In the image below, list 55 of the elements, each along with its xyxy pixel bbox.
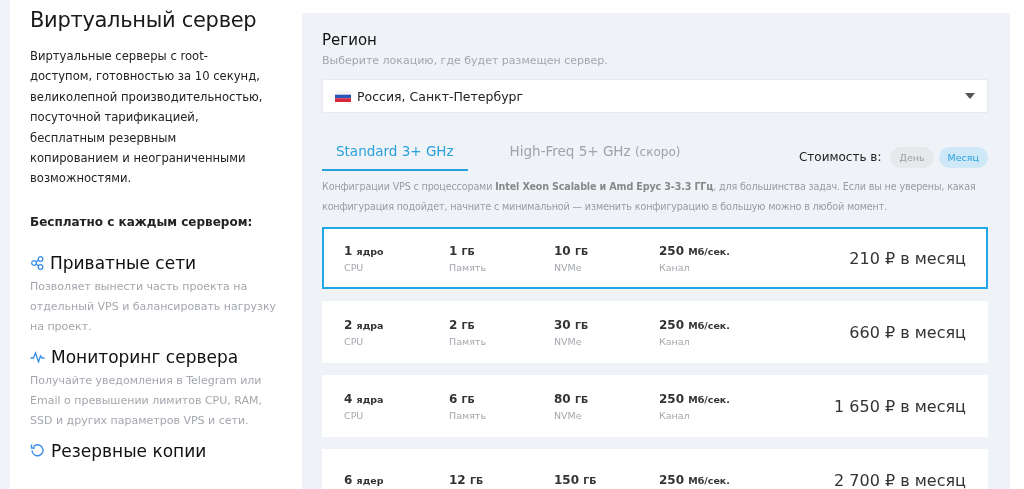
spec-value: 80 ГБ	[554, 391, 590, 406]
select-value: Россия, Санкт-Петербург	[357, 88, 525, 104]
plan-price: 1 650 ₽ в месяц	[833, 396, 966, 416]
region-select[interactable]: Россия, Санкт-Петербург	[322, 79, 988, 113]
spec-value: 6 ядер	[344, 473, 385, 487]
plan-card[interactable]: 2 ядра CPU 2 ГБ Память 30 ГБ NVMe 250 Мб/сек. Канал 660 ₽ в месяц	[322, 301, 988, 363]
spec-value: 4 ядра	[344, 391, 385, 406]
spec-label: CPU	[344, 261, 365, 273]
pulse-icon	[30, 350, 45, 363]
plan-card[interactable]: 6 ядер 12 ГБ 150 ГБ 250 Мб/сек. 2 700 ₽ в месяц	[322, 449, 988, 489]
spec-value: 6 ГБ	[449, 391, 476, 406]
spec-label: Канал	[659, 409, 691, 421]
plan-price: 2 700 ₽ в месяц	[833, 470, 966, 489]
spec-label: Память	[449, 409, 487, 421]
page-title: Виртуальный сервер	[30, 8, 258, 32]
section-heading: Бесплатно с каждым сервером:	[30, 214, 254, 229]
flag-icon	[335, 90, 351, 102]
section-title: Регион	[322, 31, 378, 49]
spec-value: 2 ядра	[344, 317, 385, 332]
feature-title: Мониторинг сервера	[51, 346, 239, 367]
spec-value: 12 ГБ	[449, 473, 485, 487]
spec-value: 250 Мб/сек.	[659, 473, 731, 487]
spec-value: 250 Мб/сек.	[659, 243, 731, 258]
spec-value: 1 ГБ	[449, 243, 476, 258]
spec-value: 30 ГБ	[554, 317, 590, 332]
plan-price: 210 ₽ в месяц	[848, 248, 966, 268]
feature-description: Получайте уведомления в Telegram или Email о превышении лимитов CPU, RAM, SSD и других параметров VPS и сети.	[30, 372, 263, 429]
spec-label: CPU	[344, 335, 365, 347]
spec-label: NVMe	[554, 261, 583, 273]
hint-text: Выберите локацию, где будет размещен сервер.	[322, 54, 609, 67]
caret-icon	[965, 93, 975, 99]
spec-value: 250 Мб/сек.	[659, 317, 731, 332]
description-text: Виртуальные серверы с root-доступом, готовностью за 10 секунд, великолепной производительностью, посуточной тарификацией, бесплатным резервным копированием и неограниченными возможностями.	[30, 48, 264, 188]
refresh-icon	[30, 443, 45, 459]
spec-value: 250 Мб/сек.	[659, 391, 731, 406]
feature-title: Приватные сети	[50, 252, 197, 273]
spec-value: 150 ГБ	[554, 473, 598, 487]
spec-label: NVMe	[554, 409, 583, 421]
nodes-icon	[30, 255, 44, 270]
plan-card[interactable]: 1 ядро CPU 1 ГБ Память 10 ГБ NVMe 250 Мб/сек. Канал 210 ₽ в месяц	[322, 227, 988, 289]
spec-label: Канал	[659, 335, 691, 347]
plan-card[interactable]: 4 ядра CPU 6 ГБ Память 80 ГБ NVMe 250 Мб/сек. Канал 1 650 ₽ в месяц	[322, 375, 988, 437]
spec-value: 10 ГБ	[554, 243, 590, 258]
feature-description: Позволяет вынести часть проекта на отдельный VPS и балансировать нагрузку на проект.	[30, 278, 278, 335]
spec-value: 2 ГБ	[449, 317, 476, 332]
spec-label: Канал	[659, 261, 691, 273]
spec-label: CPU	[344, 409, 365, 421]
price-period-label: Стоимость в:	[798, 150, 882, 164]
spec-label: NVMe	[554, 335, 583, 347]
feature-title: Резервные копии	[51, 440, 207, 461]
plan-price: 660 ₽ в месяц	[848, 322, 966, 342]
spec-label: Память	[449, 335, 487, 347]
tab-description: Конфиграции VPS с процессорами Intel Xeon Scalable и Amd Epyc 3-3.3 ГГц, для большинства задач. Если вы не уверены, какая конфигурация подойдет, начните с минимальной — изменить конфигурацию в большую можно в любой момент.	[322, 180, 977, 214]
spec-label: Память	[449, 261, 487, 273]
spec-value: 1 ядро	[344, 243, 385, 258]
